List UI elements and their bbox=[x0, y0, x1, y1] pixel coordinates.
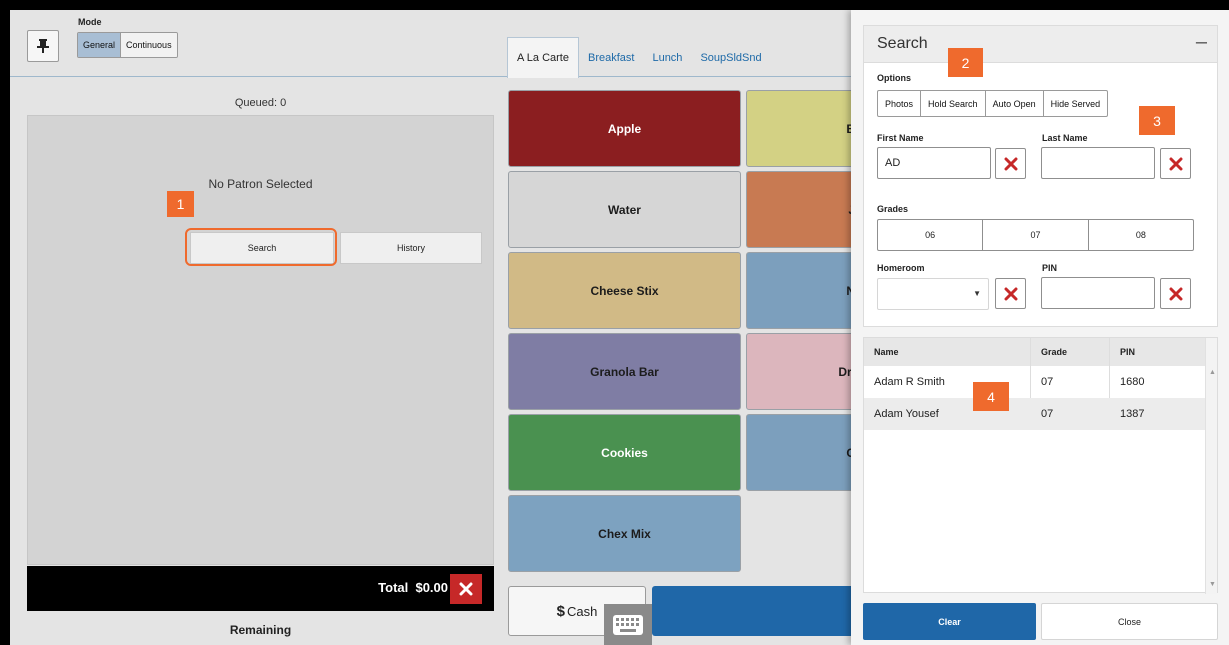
option-hold-search[interactable]: Hold Search bbox=[921, 91, 986, 116]
table-row[interactable]: Adam R Smith 07 1680 bbox=[864, 366, 1206, 398]
cash-label: Cash bbox=[566, 603, 598, 619]
close-button[interactable]: Close bbox=[1041, 603, 1218, 640]
scroll-down-icon[interactable]: ▼ bbox=[1209, 581, 1216, 588]
mode-general-button[interactable]: General bbox=[78, 33, 122, 57]
total-amount: Total $0.00 bbox=[378, 580, 448, 595]
search-highlight bbox=[185, 228, 337, 266]
row-name: Adam R Smith bbox=[874, 376, 945, 388]
grades-selector: 06 07 08 bbox=[877, 219, 1194, 251]
item-apple[interactable]: Apple bbox=[508, 90, 741, 167]
item-granola-bar[interactable]: Granola Bar bbox=[508, 333, 741, 410]
remaining-label: Remaining bbox=[229, 623, 292, 637]
results-table: Name Grade PIN Adam R Smith 07 1680 Adam… bbox=[863, 337, 1218, 594]
menu-tabs: A La Carte Breakfast Lunch SoupSldSnd bbox=[507, 37, 771, 78]
homeroom-select[interactable]: ▼ bbox=[877, 278, 989, 310]
pin-icon bbox=[37, 39, 49, 53]
first-name-label: First Name bbox=[877, 133, 924, 143]
grade-08-button[interactable]: 08 bbox=[1089, 220, 1193, 250]
pos-app: Mode General Continuous A La Carte Break… bbox=[10, 10, 1229, 645]
clear-first-name-button[interactable] bbox=[995, 148, 1026, 179]
option-auto-open[interactable]: Auto Open bbox=[986, 91, 1044, 116]
close-icon bbox=[1004, 157, 1017, 170]
pin-field[interactable] bbox=[1041, 277, 1155, 309]
item-cookies[interactable]: Cookies bbox=[508, 414, 741, 491]
patron-area: No Patron Selected Search History bbox=[27, 115, 494, 565]
pin-button[interactable] bbox=[27, 30, 59, 62]
last-name-label: Last Name bbox=[1042, 133, 1088, 143]
mode-label: Mode bbox=[78, 17, 102, 27]
last-name-field[interactable] bbox=[1041, 147, 1155, 179]
mode-toggle: General Continuous bbox=[77, 32, 178, 58]
total-bar: Total $0.00 bbox=[27, 566, 494, 611]
pin-label: PIN bbox=[1042, 263, 1058, 273]
keyboard-icon bbox=[613, 614, 643, 635]
option-hide-served[interactable]: Hide Served bbox=[1044, 91, 1108, 116]
dropdown-arrow-icon: ▼ bbox=[973, 289, 981, 298]
clear-transaction-button[interactable] bbox=[450, 574, 482, 604]
column-grade[interactable]: Grade bbox=[1041, 338, 1067, 366]
no-patron-text: No Patron Selected bbox=[208, 177, 313, 191]
dollar-icon: $ bbox=[556, 602, 565, 620]
row-grade: 07 bbox=[1041, 408, 1054, 420]
first-name-field[interactable]: AD bbox=[877, 147, 991, 179]
column-name[interactable]: Name bbox=[874, 338, 899, 366]
row-pin: 1387 bbox=[1120, 408, 1145, 420]
item-chex-mix[interactable]: Chex Mix bbox=[508, 495, 741, 572]
clear-button[interactable]: Clear bbox=[863, 603, 1036, 640]
history-button[interactable]: History bbox=[340, 232, 482, 264]
search-panel-header: Search – bbox=[863, 25, 1218, 62]
tab-breakfast[interactable]: Breakfast bbox=[579, 37, 643, 78]
mode-continuous-button[interactable]: Continuous bbox=[121, 33, 177, 57]
scroll-up-icon[interactable]: ▲ bbox=[1209, 369, 1216, 376]
close-icon bbox=[1169, 157, 1182, 170]
keyboard-button[interactable] bbox=[604, 604, 652, 645]
item-c[interactable]: C bbox=[746, 414, 856, 491]
callout-3: 3 bbox=[1139, 106, 1175, 135]
options-label: Options bbox=[877, 73, 911, 83]
queued-count: Queued: 0 bbox=[234, 97, 287, 109]
row-grade: 07 bbox=[1041, 376, 1054, 388]
search-form: Options Photos Hold Search Auto Open Hid… bbox=[863, 62, 1218, 327]
grade-07-button[interactable]: 07 bbox=[983, 220, 1089, 250]
pay-button[interactable] bbox=[652, 586, 862, 636]
clear-last-name-button[interactable] bbox=[1160, 148, 1191, 179]
row-name: Adam Yousef bbox=[874, 408, 939, 420]
item-dri[interactable]: Dri bbox=[746, 333, 856, 410]
callout-1: 1 bbox=[167, 191, 194, 217]
close-icon bbox=[1004, 287, 1017, 300]
options-group: Photos Hold Search Auto Open Hide Served bbox=[877, 90, 1109, 117]
item-j[interactable]: J bbox=[746, 171, 856, 248]
grades-label: Grades bbox=[877, 204, 909, 214]
item-b[interactable]: B bbox=[746, 90, 856, 167]
search-panel: Search – Options Photos Hold Search Auto… bbox=[851, 10, 1229, 645]
collapse-button[interactable]: – bbox=[1196, 31, 1207, 54]
close-icon bbox=[459, 582, 473, 596]
table-row[interactable]: Adam Yousef 07 1387 bbox=[864, 398, 1206, 430]
clear-homeroom-button[interactable] bbox=[995, 278, 1026, 309]
results-scrollbar[interactable]: ▲ ▼ bbox=[1205, 338, 1217, 594]
results-header: Name Grade PIN bbox=[864, 338, 1206, 366]
callout-2: 2 bbox=[948, 48, 983, 77]
grade-06-button[interactable]: 06 bbox=[878, 220, 984, 250]
row-pin: 1680 bbox=[1120, 376, 1145, 388]
close-icon bbox=[1169, 287, 1182, 300]
item-water[interactable]: Water bbox=[508, 171, 741, 248]
search-panel-title: Search bbox=[877, 35, 928, 52]
clear-pin-button[interactable] bbox=[1160, 278, 1191, 309]
item-n[interactable]: N bbox=[746, 252, 856, 329]
tab-lunch[interactable]: Lunch bbox=[643, 37, 691, 78]
tab-soupsldsnd[interactable]: SoupSldSnd bbox=[691, 37, 770, 78]
callout-4: 4 bbox=[973, 382, 1009, 411]
tab-a-la-carte[interactable]: A La Carte bbox=[507, 37, 579, 78]
item-cheese-stix[interactable]: Cheese Stix bbox=[508, 252, 741, 329]
homeroom-label: Homeroom bbox=[877, 263, 925, 273]
column-pin[interactable]: PIN bbox=[1120, 338, 1135, 366]
option-photos[interactable]: Photos bbox=[878, 91, 922, 116]
